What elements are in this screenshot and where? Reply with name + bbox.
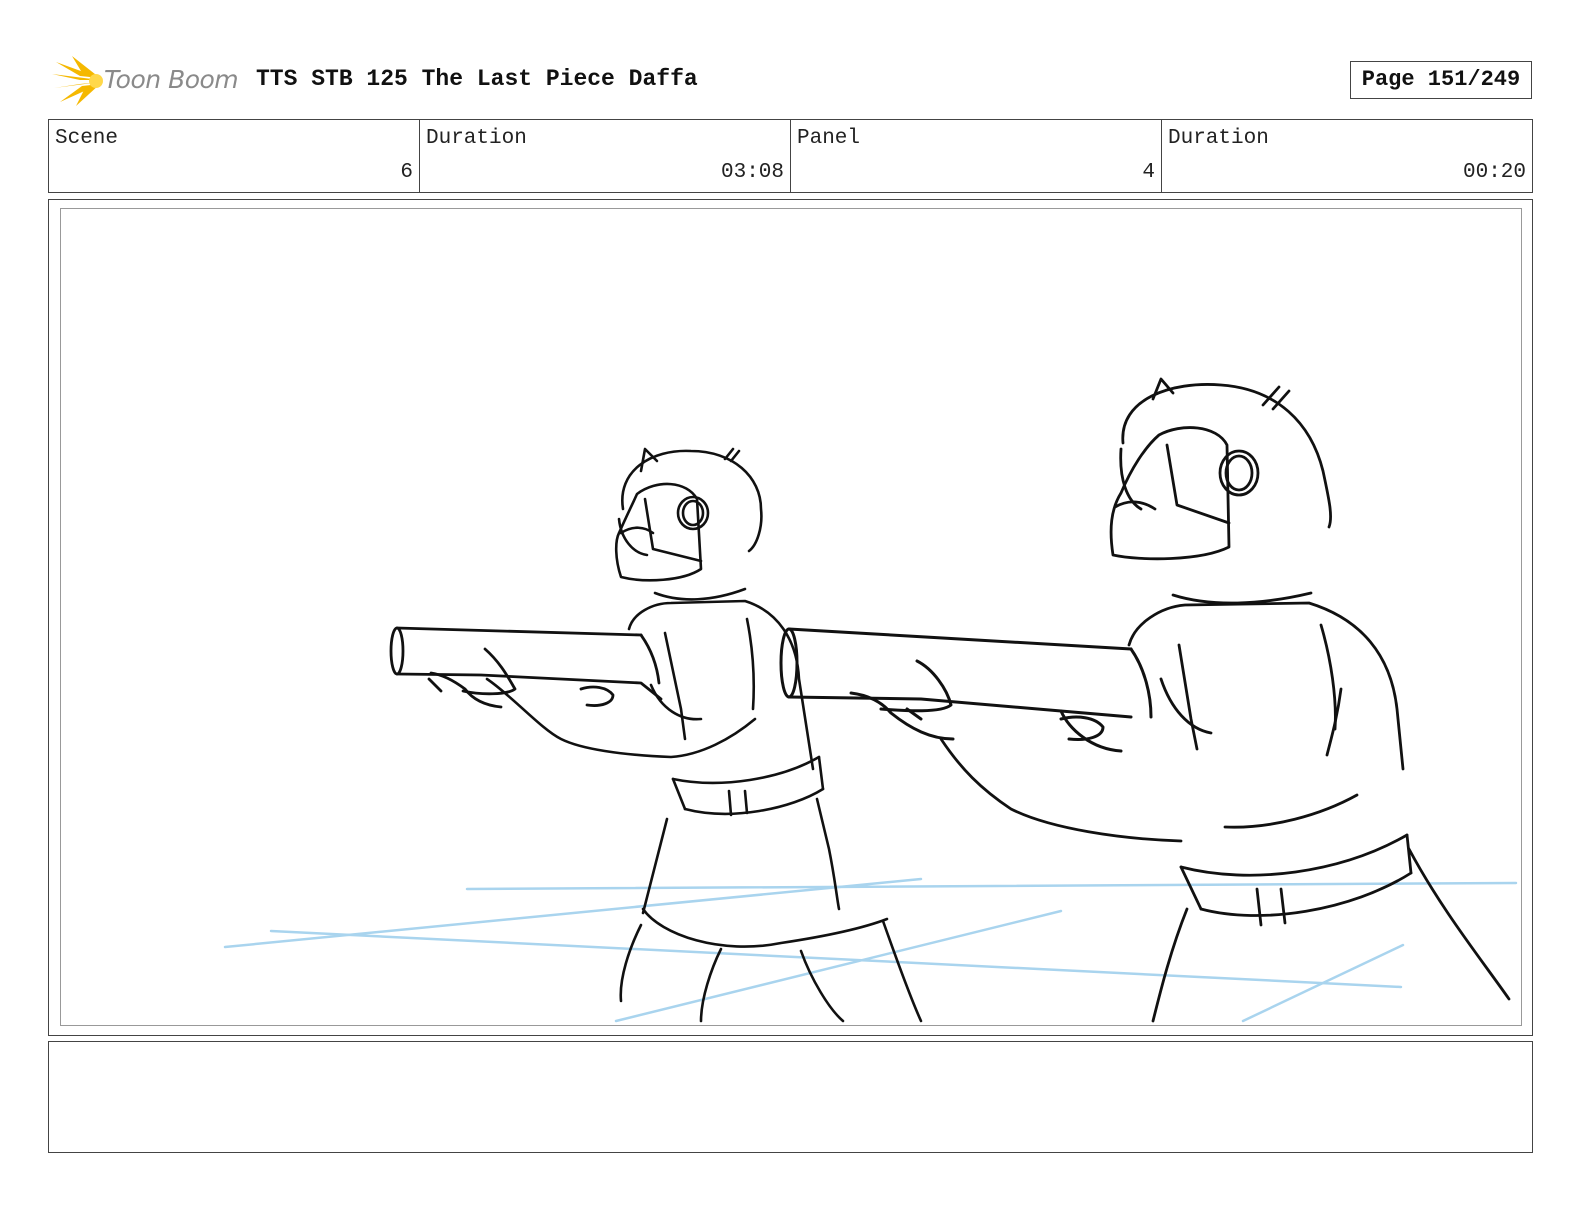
scene-info-table: Scene 6 Duration 03:08 Panel 4 Duration … <box>48 119 1533 193</box>
panel-notes-box <box>48 1041 1533 1153</box>
panel-duration-value: 00:20 <box>1462 161 1526 184</box>
scene-value: 6 <box>400 161 413 184</box>
scene-cell: Scene 6 <box>49 120 420 192</box>
page-counter: Page 151/249 <box>1350 61 1532 99</box>
toon-boom-logo: Toon Boom <box>50 52 240 108</box>
right-character-sketch <box>939 377 1511 1023</box>
starburst-logo-icon <box>52 56 103 106</box>
panel-value: 4 <box>1142 161 1155 184</box>
left-character-sketch <box>485 447 923 1023</box>
right-bazooka-sketch <box>779 627 1153 753</box>
sketch-drawing <box>223 377 1518 1023</box>
scene-duration-label: Duration <box>426 127 527 150</box>
panel-cell: Panel 4 <box>791 120 1162 192</box>
logo-wordmark: Toon Boom <box>104 65 239 94</box>
document-title: TTS STB 125 The Last Piece Daffa <box>256 66 698 92</box>
scene-duration-cell: Duration 03:08 <box>420 120 791 192</box>
storyboard-panel-image <box>60 208 1522 1026</box>
scene-duration-value: 03:08 <box>720 161 784 184</box>
left-bazooka-sketch <box>389 626 663 709</box>
panel-duration-label: Duration <box>1168 127 1269 150</box>
panel-duration-cell: Duration 00:20 <box>1162 120 1532 192</box>
scene-label: Scene <box>55 127 119 150</box>
storyboard-panel-frame <box>48 199 1533 1036</box>
ground-guide-lines <box>223 877 1518 1023</box>
panel-label: Panel <box>797 127 861 150</box>
